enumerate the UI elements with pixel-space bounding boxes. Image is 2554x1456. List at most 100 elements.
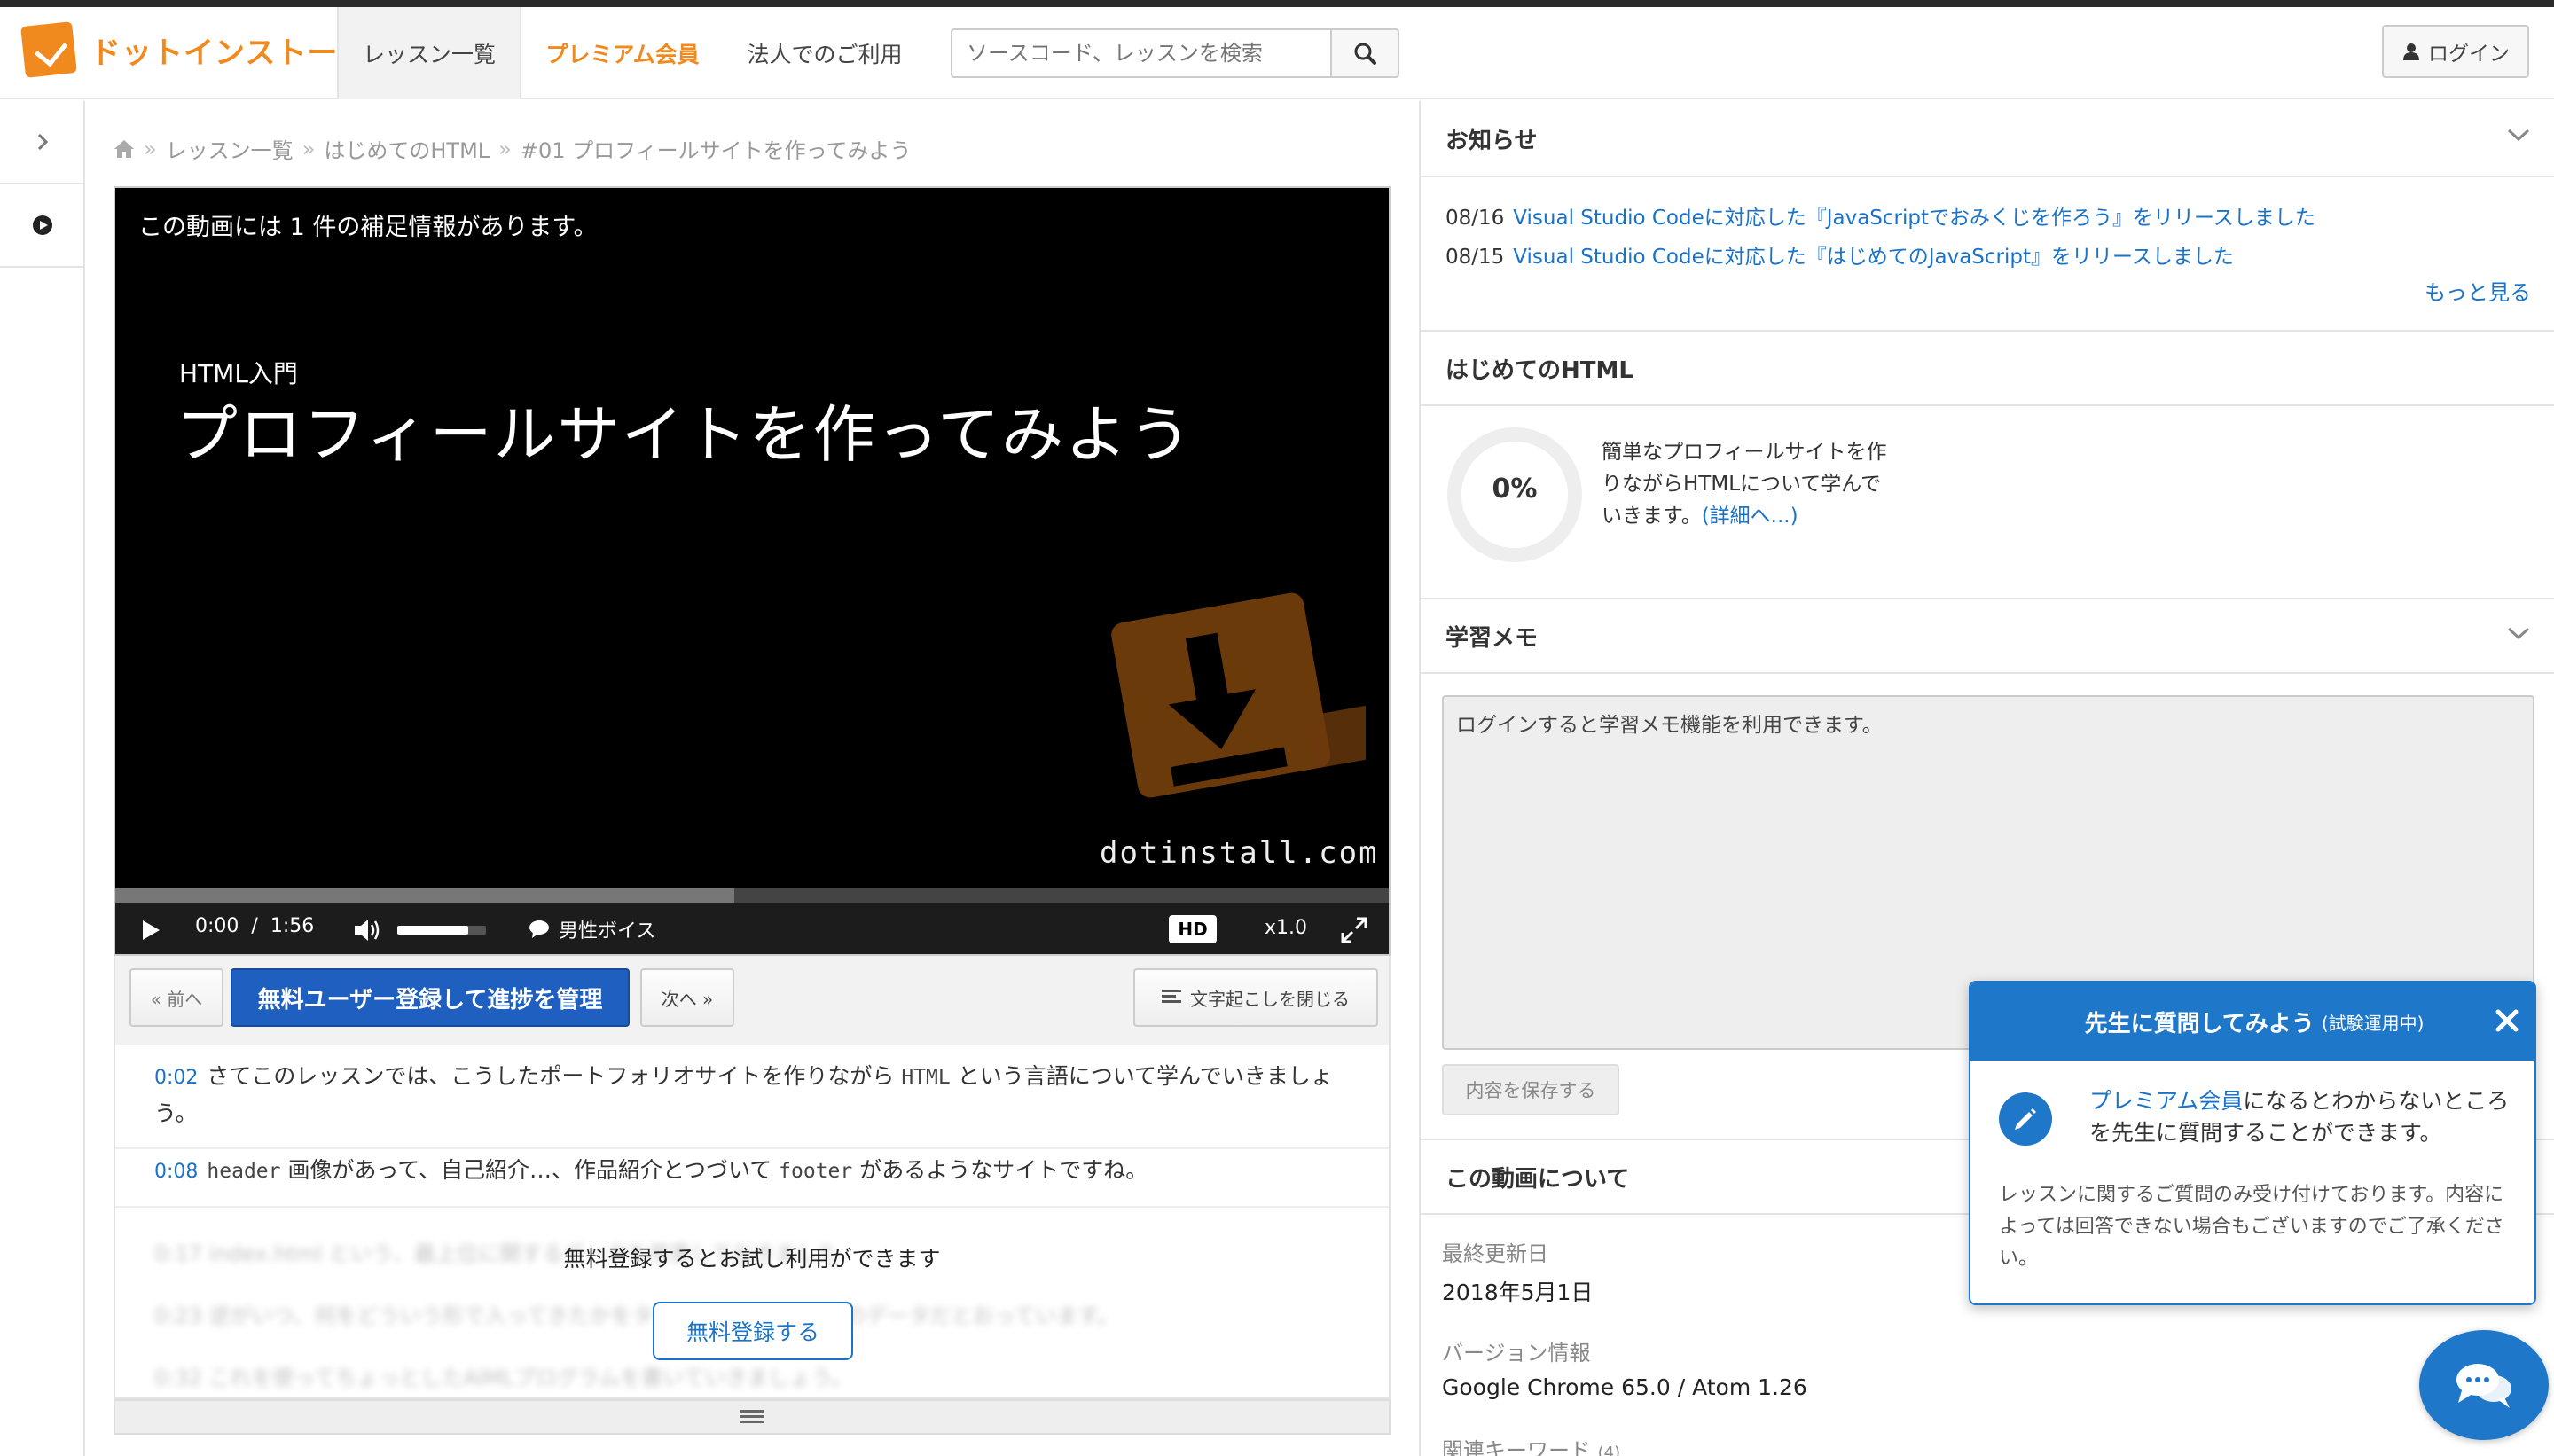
drag-handle-icon [740,1410,764,1423]
speech-bubble-icon [529,920,549,938]
memo-save-button[interactable]: 内容を保存する [1442,1064,1619,1115]
transcript-panel: 0:02 さてこのレッスンでは、こうしたポートフォリオサイトを作りながら HTML… [114,1045,1391,1399]
ask-popup-suffix: (試験運用中) [2321,1012,2425,1034]
news-title: お知らせ [1445,127,1538,154]
video-player[interactable]: この動画には 1 件の補足情報があります。 HTML入門 プロフィールサイトを作… [114,186,1391,956]
lesson-nav-bar: « 前へ 無料ユーザー登録して進捗を管理 次へ » 文字起こしを閉じる [114,956,1391,1045]
search-input[interactable] [951,28,1330,78]
breadcrumb-lessons[interactable]: レッスン一覧 [166,133,294,164]
news-item[interactable]: 08/16 Visual Studio Codeに対応した『JavaScriptで… [1445,200,2315,231]
course-title: はじめてのHTML [1445,356,1633,384]
chevron-down-icon[interactable] [2506,624,2531,642]
breadcrumb: » レッスン一覧 » はじめてのHTML » #01 プロフィールサイトを作って… [114,133,911,164]
keywords-count: (4) [1597,1444,1621,1456]
news-date: 08/16 [1445,207,1505,230]
course-header: はじめてのHTML [1421,330,2554,406]
site-logo[interactable]: ドットインストール [20,21,369,78]
close-transcript-button[interactable]: 文字起こしを閉じる [1133,968,1378,1027]
course-detail-link[interactable]: (詳細へ...) [1702,505,1798,528]
login-button[interactable]: ログイン [2382,25,2529,78]
ask-teacher-popup: 先生に質問してみよう (試験運用中) プレミアム会員になるとわからないところを先生… [1969,981,2536,1305]
course-description: 簡単なプロフィールサイトを作りながらHTMLについて学んでいきます。(詳細へ..… [1602,436,1894,532]
volume-level [397,926,468,935]
version-value: Google Chrome 65.0 / Atom 1.26 [1442,1374,1807,1400]
left-rail [0,101,85,1456]
transcript-line[interactable]: 0:02 さてこのレッスンでは、こうしたポートフォリオサイトを作りながら HTML… [115,1045,1389,1149]
transcript-code: footer [779,1160,853,1183]
close-transcript-label: 文字起こしを閉じる [1190,988,1350,1010]
breadcrumb-separator: » [144,136,157,161]
premium-link[interactable]: プレミアム会員 [2089,1088,2243,1114]
memo-header[interactable]: 学習メモ [1421,598,2554,674]
time-display: 0:00 / 1:56 [195,915,314,937]
transcript-text: 画像があって、自己紹介…、作品紹介とつづいて [280,1157,780,1183]
chevron-down-icon[interactable] [2506,126,2531,144]
breadcrumb-course[interactable]: はじめてのHTML [324,133,490,164]
blurred-line: 0:32 これを使ってちょっとしたAIMLプログラムを書いていきましょう。 [154,1366,853,1390]
course-progress-label: 0% [1492,474,1538,505]
nav-lessons[interactable]: レッスン一覧 [337,7,521,99]
login-label: ログイン [2428,43,2510,66]
nav-corporate[interactable]: 法人でのご利用 [727,7,922,99]
chat-bubbles-icon [2456,1364,2511,1408]
keywords-label: 関連キーワード (4) [1442,1433,1620,1456]
ask-popup-note: レッスンに関するご質問のみ受け付けております。内容によっては回答できない場合もご… [1999,1184,2504,1270]
version-label: バージョン情報 [1442,1341,1591,1366]
playback-speed[interactable]: x1.0 [1265,917,1307,939]
video-controls: 0:00 / 1:56 男性ボイス HD x1.0 [115,903,1389,954]
memo-title: 学習メモ [1445,624,1539,652]
text-lines-icon [1162,990,1181,1003]
video-notice[interactable]: この動画には 1 件の補足情報があります。 [138,207,598,242]
news-date: 08/15 [1445,246,1505,269]
pencil-icon [1999,1092,2052,1146]
news-link[interactable]: Visual Studio Codeに対応した『JavaScriptでおみくじを… [1513,207,2315,230]
transcript-code: header [207,1160,281,1183]
news-header[interactable]: お知らせ [1421,101,2554,177]
breadcrumb-current: #01 プロフィールサイトを作ってみよう [520,138,912,163]
play-icon[interactable] [140,919,161,942]
chat-button[interactable] [2419,1330,2549,1440]
breadcrumb-separator: » [302,136,316,161]
top-border [0,0,2554,7]
transcript-code: HTML [901,1066,951,1089]
dotinstall-watermark-icon [1111,592,1366,798]
time-separator: / [251,915,258,937]
free-register-button[interactable]: 無料登録する [653,1302,853,1360]
nav-premium[interactable]: プレミアム会員 [536,7,709,99]
voice-toggle[interactable]: 男性ボイス [529,915,655,943]
close-icon[interactable] [2492,1006,2522,1036]
hd-toggle[interactable]: HD [1169,915,1217,943]
prev-lesson-button[interactable]: « 前へ [129,968,223,1027]
updated-label: 最終更新日 [1442,1241,1548,1266]
search-icon [1354,43,1376,65]
keywords-label-text: 関連キーワード [1442,1438,1591,1456]
transcript-timestamp[interactable]: 0:08 [154,1161,198,1183]
breadcrumb-separator: » [498,136,512,161]
fullscreen-icon[interactable] [1339,915,1369,945]
transcript-text: があるようなサイトですね。 [852,1157,1148,1183]
transcript-resize-handle[interactable] [114,1399,1391,1435]
logo-icon [20,21,77,78]
next-lesson-button[interactable]: 次へ » [640,968,734,1027]
search-button[interactable] [1330,28,1399,78]
volume-icon[interactable] [353,917,383,943]
home-icon[interactable] [114,139,135,159]
video-list-button[interactable] [0,184,85,268]
duration: 1:56 [270,915,315,937]
transcript-text: さてこのレッスンでは、こうしたポートフォリオサイトを作りながら [207,1063,902,1089]
transcript-line[interactable]: 0:08 header 画像があって、自己紹介…、作品紹介とつづいて footer… [115,1139,1389,1208]
ask-popup-title: 先生に質問してみよう [2084,1010,2315,1037]
updated-value: 2018年5月1日 [1442,1280,1594,1305]
expand-sidebar-button[interactable] [0,101,85,184]
trial-message: 無料登録するとお試し利用ができます [563,1246,941,1272]
transcript-timestamp[interactable]: 0:02 [154,1067,198,1089]
news-more-link[interactable]: もっと見る [2425,275,2531,306]
user-icon [2403,43,2419,60]
news-item[interactable]: 08/15 Visual Studio Codeに対応した『はじめてのJavaSc… [1445,239,2234,270]
register-to-track-progress-button[interactable]: 無料ユーザー登録して進捗を管理 [231,968,630,1027]
video-title: プロフィールサイトを作ってみよう [176,398,1194,471]
current-time: 0:00 [195,915,239,937]
video-domain-text: dotinstall.com [1100,835,1379,871]
news-link[interactable]: Visual Studio Codeに対応した『はじめてのJavaScript』… [1513,246,2234,269]
chevron-right-icon [37,133,49,151]
